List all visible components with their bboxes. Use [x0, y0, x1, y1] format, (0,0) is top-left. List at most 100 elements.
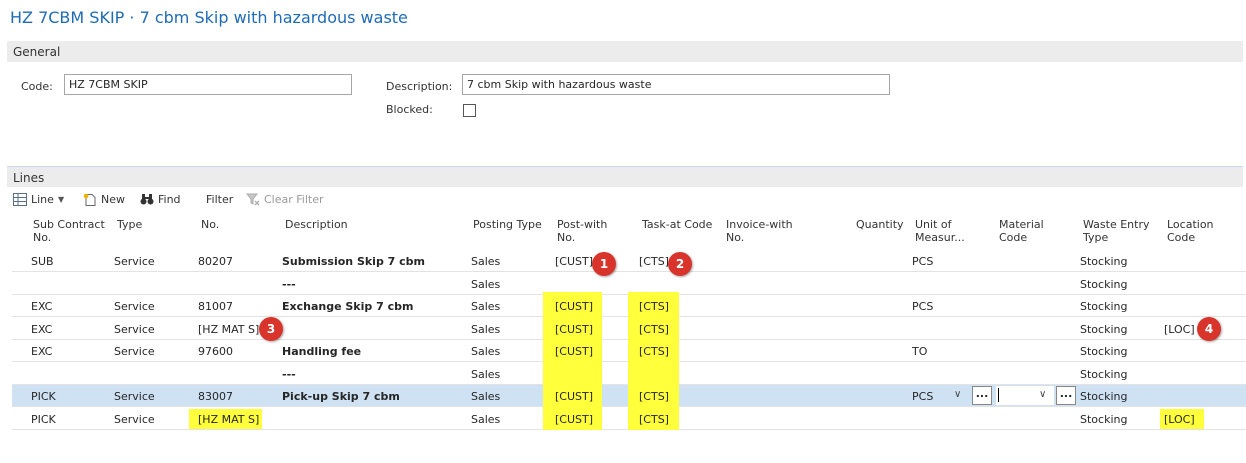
filter-button[interactable]: Filter — [206, 193, 233, 206]
cell-posting-type[interactable]: Sales — [471, 413, 500, 426]
col-header-unit-of-measure[interactable]: Unit of Measur... — [915, 218, 965, 244]
material-lookup-button[interactable]: ... — [1056, 386, 1076, 405]
code-label: Code: — [21, 80, 53, 93]
blocked-label: Blocked: — [386, 103, 433, 116]
cell-description[interactable]: --- — [282, 278, 296, 291]
cell-type[interactable]: Service — [114, 390, 155, 403]
cell-no[interactable]: [HZ MAT S] — [198, 413, 259, 426]
cell-task-at-code[interactable]: [CTS] — [639, 300, 669, 313]
uom-lookup-button[interactable]: ... — [972, 386, 992, 405]
clear-filter-icon — [245, 193, 260, 206]
clear-filter-label: Clear Filter — [264, 193, 324, 206]
cell-post-with-no[interactable]: [CUST] — [555, 323, 593, 336]
find-button[interactable]: Find — [140, 193, 181, 206]
col-header-posting-type[interactable]: Posting Type — [473, 218, 542, 231]
cell-description[interactable]: Submission Skip 7 cbm — [282, 255, 425, 268]
cell-no[interactable]: 97600 — [198, 345, 233, 358]
col-header-no[interactable]: No. — [201, 218, 219, 231]
cell-task-at-code[interactable]: [CTS] — [639, 323, 669, 336]
cell-task-at-code[interactable]: [CTS] — [639, 390, 669, 403]
cell-no[interactable]: 80207 — [198, 255, 233, 268]
cell-waste-entry-type[interactable]: Stocking — [1080, 345, 1127, 358]
cell-sub-contract-no[interactable]: PICK — [31, 390, 56, 403]
cell-waste-entry-type[interactable]: Stocking — [1080, 278, 1127, 291]
col-header-type[interactable]: Type — [117, 218, 142, 231]
cell-posting-type[interactable]: Sales — [471, 300, 500, 313]
cell-no[interactable]: [HZ MAT S] — [198, 323, 259, 336]
cell-post-with-no[interactable]: [CUST] — [555, 255, 593, 268]
col-header-sub-contract-no[interactable]: Sub Contract No. — [33, 218, 105, 244]
cell-type[interactable]: Service — [114, 323, 155, 336]
col-header-post-with-no[interactable]: Post-with No. — [557, 218, 607, 244]
code-field[interactable] — [64, 74, 352, 95]
cell-unit-of-measure[interactable]: PCS — [912, 390, 933, 403]
new-button-label: New — [101, 193, 125, 206]
cell-waste-entry-type[interactable]: Stocking — [1080, 323, 1127, 336]
lines-grid-header: Sub Contract No. Type No. Description Pos… — [0, 216, 1246, 250]
cell-posting-type[interactable]: Sales — [471, 368, 500, 381]
cell-no[interactable]: 83007 — [198, 390, 233, 403]
cell-description[interactable]: Handling fee — [282, 345, 361, 358]
cell-posting-type[interactable]: Sales — [471, 345, 500, 358]
table-row[interactable]: SUB Service 80207 Submission Skip 7 cbm Sale… — [12, 250, 1246, 272]
cell-unit-of-measure[interactable]: PCS — [912, 255, 933, 268]
cell-sub-contract-no[interactable]: PICK — [31, 413, 56, 426]
col-header-description[interactable]: Description — [285, 218, 348, 231]
cell-type[interactable]: Service — [114, 345, 155, 358]
cell-location-code[interactable]: [LOC] — [1164, 413, 1195, 426]
lines-section-header[interactable]: Lines — [7, 166, 1243, 187]
cell-waste-entry-type[interactable]: Stocking — [1080, 413, 1127, 426]
col-header-invoice-with-no[interactable]: Invoice-with No. — [726, 218, 793, 244]
cell-waste-entry-type[interactable]: Stocking — [1080, 255, 1127, 268]
cell-sub-contract-no[interactable]: EXC — [31, 323, 52, 336]
cell-task-at-code[interactable]: [CTS] — [639, 345, 669, 358]
col-header-location-code[interactable]: Location Code — [1167, 218, 1214, 244]
cell-sub-contract-no[interactable]: EXC — [31, 300, 52, 313]
col-header-task-at-code[interactable]: Task-at Code — [642, 218, 712, 231]
cell-post-with-no[interactable]: [CUST] — [555, 345, 593, 358]
annotation-badge-3: 3 — [259, 317, 283, 341]
binoculars-icon — [140, 193, 154, 206]
col-header-quantity[interactable]: Quantity — [856, 218, 904, 231]
uom-dropdown-chevron-icon[interactable]: ∨ — [954, 389, 961, 400]
col-header-waste-entry-type[interactable]: Waste Entry Type — [1083, 218, 1150, 244]
cell-posting-type[interactable]: Sales — [471, 323, 500, 336]
blocked-checkbox[interactable] — [463, 104, 476, 117]
col-header-material-code[interactable]: Material Code — [999, 218, 1044, 244]
cell-unit-of-measure[interactable]: PCS — [912, 300, 933, 313]
cell-sub-contract-no[interactable]: SUB — [31, 255, 54, 268]
cell-description[interactable]: Exchange Skip 7 cbm — [282, 300, 413, 313]
description-label: Description: — [386, 80, 453, 93]
chevron-down-icon: ▼ — [57, 195, 65, 204]
description-field[interactable] — [462, 74, 890, 95]
cell-waste-entry-type[interactable]: Stocking — [1080, 368, 1127, 381]
cell-waste-entry-type[interactable]: Stocking — [1080, 390, 1127, 403]
cell-waste-entry-type[interactable]: Stocking — [1080, 300, 1127, 313]
cell-task-at-code[interactable]: [CTS] — [639, 413, 669, 426]
cell-posting-type[interactable]: Sales — [471, 255, 500, 268]
cell-post-with-no[interactable]: [CUST] — [555, 390, 593, 403]
cell-sub-contract-no[interactable]: EXC — [31, 345, 52, 358]
cell-description[interactable]: --- — [282, 368, 296, 381]
general-section-header[interactable]: General — [7, 41, 1243, 62]
cell-no[interactable]: 81007 — [198, 300, 233, 313]
cell-posting-type[interactable]: Sales — [471, 390, 500, 403]
cell-type[interactable]: Service — [114, 300, 155, 313]
cell-post-with-no[interactable]: [CUST] — [555, 300, 593, 313]
cell-task-at-code[interactable]: [CTS] — [639, 255, 669, 268]
grid-icon — [13, 193, 27, 206]
cell-description[interactable]: Pick-up Skip 7 cbm — [282, 390, 400, 403]
cell-posting-type[interactable]: Sales — [471, 278, 500, 291]
cell-location-code[interactable]: [LOC] — [1164, 323, 1195, 336]
new-button[interactable]: New — [83, 193, 125, 206]
annotation-badge-2: 2 — [668, 252, 692, 276]
cell-type[interactable]: Service — [114, 413, 155, 426]
material-dropdown-chevron-icon[interactable]: ∨ — [1039, 389, 1046, 400]
cell-unit-of-measure[interactable]: TO — [912, 345, 927, 358]
line-menu-label: Line — [31, 193, 54, 206]
text-caret — [998, 388, 999, 402]
cell-post-with-no[interactable]: [CUST] — [555, 413, 593, 426]
clear-filter-button[interactable]: Clear Filter — [245, 193, 324, 206]
line-menu-button[interactable]: Line ▼ — [13, 193, 64, 206]
cell-type[interactable]: Service — [114, 255, 155, 268]
